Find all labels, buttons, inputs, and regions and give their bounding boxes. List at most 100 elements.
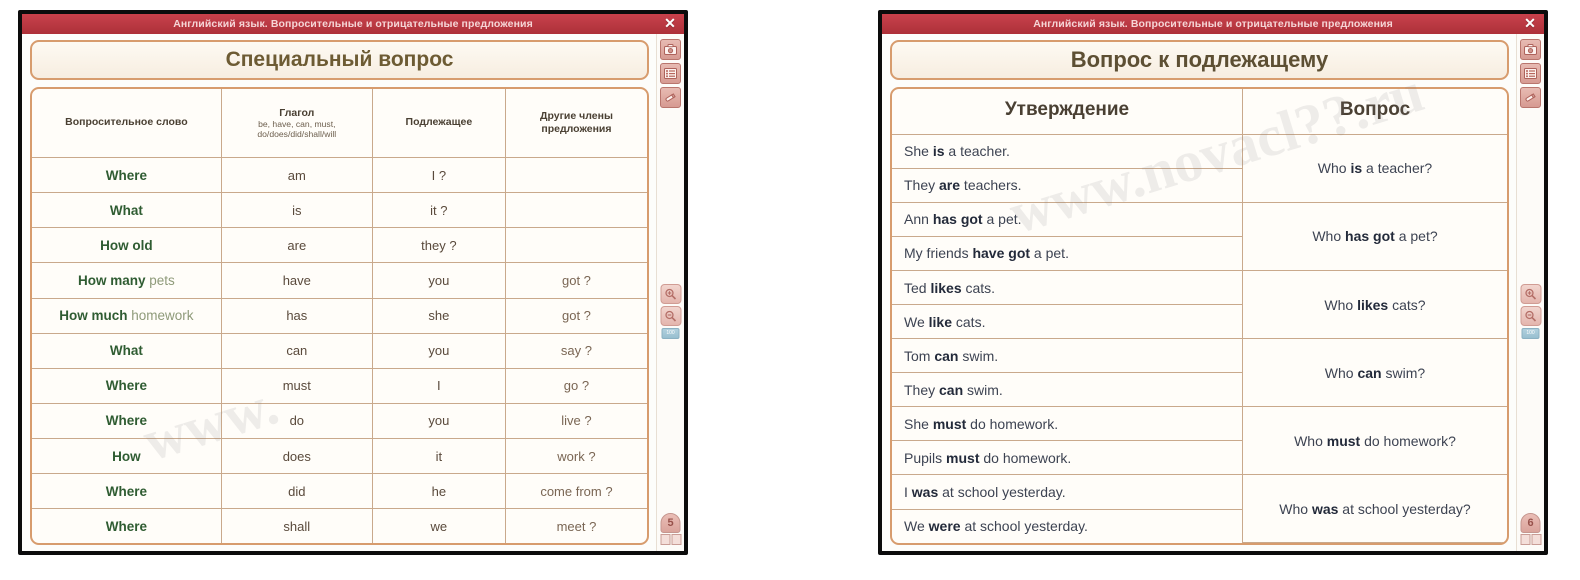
cell-verb: did — [220, 473, 373, 510]
page-number: 6 — [1520, 513, 1541, 533]
emphasised-verb: were — [928, 518, 961, 535]
cell-question: Who likes cats? — [1241, 269, 1507, 340]
cell-statement: Pupils must do homework. — [892, 440, 1243, 476]
cell-verb: are — [220, 227, 373, 264]
zoom-out-icon[interactable] — [1520, 306, 1541, 326]
cell-verb: do — [220, 402, 373, 440]
pencil-icon[interactable] — [1520, 87, 1541, 108]
emphasised-verb: has got — [932, 211, 983, 228]
emphasised-verb: must — [932, 415, 967, 432]
close-icon[interactable]: ✕ — [662, 15, 678, 31]
list-icon[interactable] — [1520, 63, 1541, 84]
table-header-row: Утверждение Вопрос — [892, 89, 1507, 135]
cell-verb: shall — [220, 508, 373, 543]
right-page-indicator: 6 — [1520, 513, 1541, 545]
col-header-verb-sub: be, have, can, must, do/does/did/shall/w… — [257, 118, 337, 140]
left-titlebar: Английский язык. Вопросительные и отрица… — [22, 14, 684, 34]
right-slide-window: Английский язык. Вопросительные и отрица… — [878, 10, 1548, 555]
left-table-box: Вопросительное слово Глагол be, have, ca… — [30, 87, 649, 545]
table-row: Tom can swim. Who can swim? — [892, 338, 1507, 408]
right-titlebar-text: Английский язык. Вопросительные и отрица… — [1033, 18, 1393, 30]
list-icon[interactable] — [660, 63, 681, 84]
cell-question-word: How — [32, 438, 222, 475]
cell-other-members — [504, 192, 647, 229]
table-row: Where am I ? — [32, 157, 647, 194]
cell-statement: Ann has got a pet. — [892, 201, 1243, 237]
right-table-box: Утверждение Вопрос She is a teacher. Who … — [890, 87, 1509, 545]
pencil-icon[interactable] — [660, 87, 681, 108]
cell-statement: We like cats. — [892, 304, 1243, 340]
cell-question-word: What — [32, 332, 222, 369]
camera-icon[interactable] — [660, 39, 681, 60]
left-slide-heading: Специальный вопрос — [30, 40, 649, 80]
cell-subject: they ? — [371, 227, 506, 264]
cell-subject: I ? — [371, 157, 506, 194]
table-header-row: Вопросительное слово Глагол be, have, ca… — [32, 89, 647, 159]
col-header-other: Другие члены предложения — [504, 89, 647, 159]
table-row: What is it ? — [32, 192, 647, 229]
special-question-rows: Where am I ? What is it ? How old are they ? How … — [32, 157, 647, 543]
cell-question-word: How many pets — [32, 262, 222, 299]
table-row: How old are they ? — [32, 227, 647, 264]
cell-question: Who has got a pet? — [1241, 201, 1507, 272]
zoom-slider[interactable]: 100 — [1521, 328, 1540, 339]
table-row: Ann has got a pet. Who has got a pet? — [892, 201, 1507, 272]
cell-statement: My friends have got a pet. — [892, 235, 1243, 272]
emphasised-verb: likes — [930, 279, 962, 296]
table-row: Where did he come from ? — [32, 473, 647, 510]
cell-subject: he — [371, 473, 506, 510]
cell-question-word-tail: homework — [127, 308, 194, 324]
cell-verb: does — [220, 438, 373, 475]
left-body: Специальный вопрос Вопросительное слово … — [22, 34, 684, 551]
subject-question-rows: She is a teacher. Who is a teacher? They a… — [892, 133, 1507, 543]
cell-subject: you — [371, 262, 506, 299]
zoom-slider[interactable]: 100 — [661, 328, 680, 339]
table-row: Where do you live ? — [32, 402, 647, 440]
table-row: What can you say ? — [32, 332, 647, 369]
zoom-in-icon[interactable] — [660, 284, 681, 304]
emphasised-verb: must — [946, 449, 980, 466]
zoom-out-icon[interactable] — [660, 306, 681, 326]
cell-question-word: What — [32, 192, 222, 229]
left-toolbar: 100 5 — [656, 34, 684, 551]
cell-question-word: Where — [32, 402, 222, 440]
cell-verb: must — [220, 367, 373, 404]
zoom-in-icon[interactable] — [1520, 284, 1541, 304]
cell-question-word: Where — [32, 473, 222, 510]
table-row: Where shall we meet ? — [32, 508, 647, 543]
camera-icon[interactable] — [1520, 39, 1541, 60]
emphasised-verb: have got — [972, 245, 1031, 262]
cell-subject: we — [371, 508, 506, 543]
cell-verb: have — [220, 262, 373, 299]
close-icon[interactable]: ✕ — [1522, 15, 1538, 31]
cell-question-word: Where — [32, 157, 222, 194]
emphasised-verb: is — [932, 143, 945, 160]
cell-verb: is — [220, 192, 373, 229]
emphasised-verb: can — [939, 381, 964, 398]
emphasised-verb: are — [939, 177, 961, 194]
cell-other-members: come from ? — [504, 473, 647, 510]
cell-other-members: got ? — [504, 297, 647, 334]
cell-statement: We were at school yesterday. — [892, 508, 1243, 543]
right-content: Вопрос к подлежащему Утверждение Вопрос … — [882, 34, 1516, 551]
cell-question-word: How old — [32, 227, 222, 264]
cell-statement: She is a teacher. — [892, 133, 1243, 169]
page-nav-arrows[interactable] — [660, 534, 681, 545]
cell-verb: am — [220, 157, 373, 194]
emphasised-verb: can — [934, 347, 959, 364]
cell-subject: you — [371, 402, 506, 440]
table-row: Where must Igo ? — [32, 367, 647, 404]
emphasised-verb: was — [911, 484, 939, 500]
subject-question-table: Утверждение Вопрос She is a teacher. Who … — [892, 89, 1507, 543]
cell-question-word-tail: pets — [145, 272, 175, 288]
cell-subject: she — [371, 297, 506, 334]
cell-question: Who can swim? — [1241, 338, 1507, 408]
col-header-verb: Глагол be, have, can, must, do/does/did/… — [220, 89, 373, 159]
right-titlebar: Английский язык. Вопросительные и отрица… — [882, 14, 1544, 34]
cell-other-members — [504, 157, 647, 194]
right-toolbar: 100 6 — [1516, 34, 1544, 551]
page-nav-arrows[interactable] — [1520, 534, 1541, 545]
cell-question-word: Where — [32, 367, 222, 404]
left-content: Специальный вопрос Вопросительное слово … — [22, 34, 656, 551]
emphasised-verb: has got — [1345, 228, 1395, 245]
